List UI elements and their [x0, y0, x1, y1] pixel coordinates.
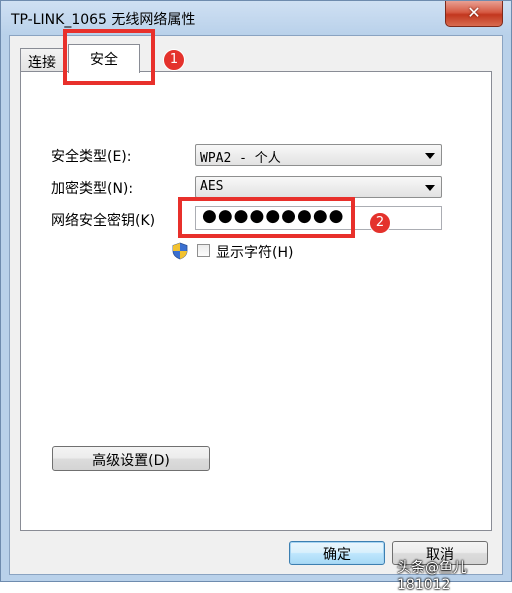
security-tab-panel: 安全类型(E): WPA2 - 个人 加密类型(N): AES 网络安全密钥(K… — [20, 71, 492, 531]
network-key-label: 网络安全密钥(K) — [51, 213, 156, 229]
highlight-box-show-characters — [178, 197, 355, 238]
chevron-down-icon — [425, 185, 435, 191]
wireless-properties-window: TP-LINK_1065 无线网络属性 ✕ 连接 安全 安全类型(E): WPA… — [0, 0, 512, 593]
close-button[interactable]: ✕ — [445, 1, 503, 27]
dialog-client-area: 连接 安全 安全类型(E): WPA2 - 个人 加密类型(N): AES 网络… — [9, 35, 503, 575]
show-characters-checkbox[interactable] — [197, 244, 210, 257]
advanced-settings-button[interactable]: 高级设置(D) — [52, 446, 210, 471]
encryption-type-value: AES — [200, 179, 224, 194]
watermark-text: 头条@鱼儿181012 — [397, 560, 467, 593]
security-type-label: 安全类型(E): — [51, 149, 132, 165]
close-icon: ✕ — [467, 3, 481, 22]
ok-button[interactable]: 确定 — [289, 541, 385, 565]
security-type-value: WPA2 - 个人 — [200, 151, 281, 166]
encryption-type-label: 加密类型(N): — [51, 181, 134, 197]
uac-shield-icon — [172, 242, 188, 260]
highlight-box-security-tab — [63, 29, 155, 85]
chevron-down-icon — [425, 153, 435, 159]
advanced-settings-label: 高级设置(D) — [92, 453, 170, 469]
tab-connection[interactable]: 连接 — [20, 48, 64, 72]
tab-connection-label: 连接 — [28, 55, 56, 71]
step-marker-2: 2 — [369, 212, 391, 234]
show-characters-label[interactable]: 显示字符(H) — [216, 242, 293, 262]
ok-label: 确定 — [323, 547, 351, 563]
security-type-select[interactable]: WPA2 - 个人 — [195, 144, 442, 166]
encryption-type-select[interactable]: AES — [195, 176, 442, 198]
step-marker-1: 1 — [163, 49, 185, 71]
window-title: TP-LINK_1065 无线网络属性 — [11, 12, 196, 28]
